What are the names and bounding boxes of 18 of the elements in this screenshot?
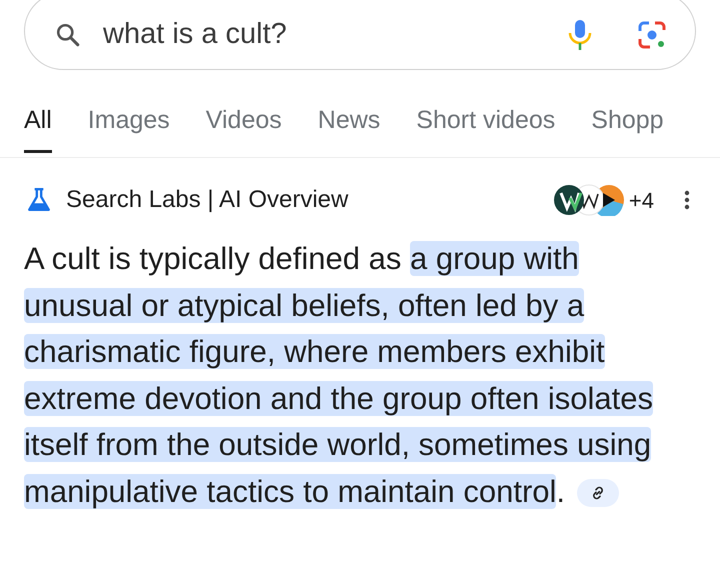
tab[interactable]: News (318, 102, 380, 152)
tab[interactable]: Short videos (416, 102, 556, 152)
source-logos-drawing[interactable] (552, 184, 625, 216)
more-options-icon[interactable] (684, 190, 690, 210)
source-count: +4 (628, 186, 654, 214)
tab[interactable]: Videos (206, 102, 282, 152)
microphone-icon[interactable] (567, 19, 593, 51)
search-icon (55, 22, 81, 48)
camera-lens-icon[interactable] (637, 20, 667, 50)
tab[interactable]: All (24, 102, 52, 152)
search-field[interactable]: what is a cult? (24, 0, 696, 70)
search-query: what is a cult? (103, 17, 288, 52)
tab[interactable]: Images (88, 102, 170, 152)
tab[interactable]: Shopp (591, 102, 664, 152)
flask-icon (26, 187, 52, 213)
overview-title: Search Labs | AI Overview (66, 185, 350, 215)
link-button[interactable] (577, 479, 620, 508)
overview-answer: A cult is typically defined as a group with unusual or atypical beliefs, often led by a charismatic figure, where members exhibit extreme devotion and the group often isolates itself from the outside world, sometimes using manipulative tactics to maintain control. (23, 240, 654, 510)
